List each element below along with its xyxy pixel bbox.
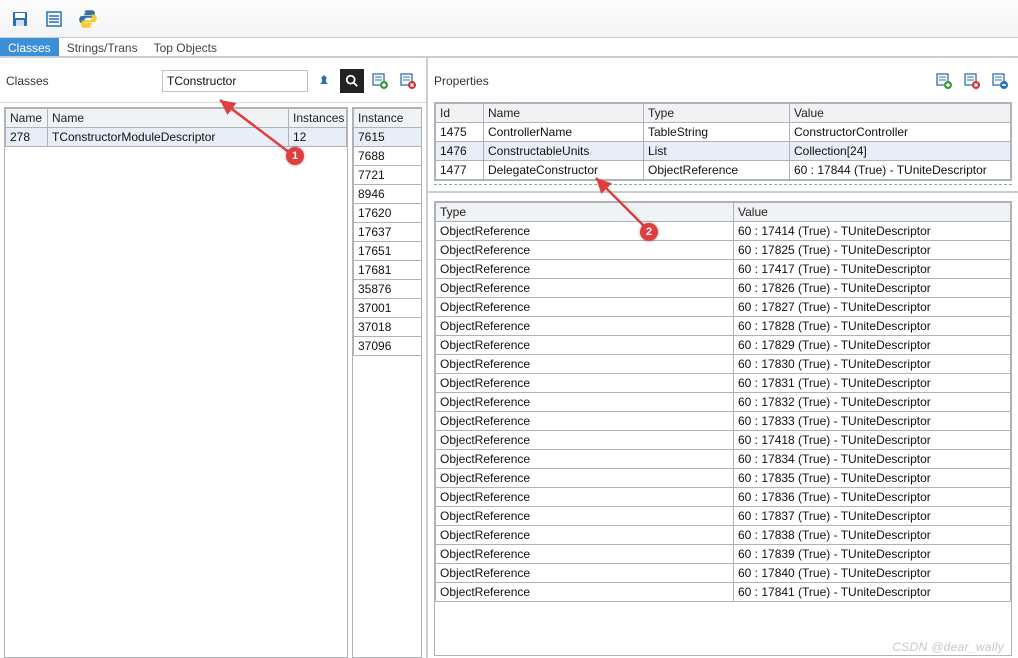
- table-row[interactable]: 17681: [354, 261, 422, 280]
- properties-header: Properties: [428, 58, 1018, 102]
- table-row[interactable]: ObjectReference60 : 17837 (True) - TUnit…: [436, 507, 1011, 526]
- col-name[interactable]: Name: [48, 109, 289, 128]
- table-row[interactable]: ObjectReference60 : 17414 (True) - TUnit…: [436, 222, 1011, 241]
- table-row[interactable]: 278TConstructorModuleDescriptor12: [6, 128, 347, 147]
- search-icon[interactable]: [340, 69, 364, 93]
- col-prop-type[interactable]: Type: [644, 104, 790, 123]
- col-val-type[interactable]: Type: [436, 203, 734, 222]
- table-row[interactable]: ObjectReference60 : 17834 (True) - TUnit…: [436, 450, 1011, 469]
- table-row[interactable]: ObjectReference60 : 17831 (True) - TUnit…: [436, 374, 1011, 393]
- table-row[interactable]: ObjectReference60 : 17832 (True) - TUnit…: [436, 393, 1011, 412]
- table-row[interactable]: ObjectReference60 : 17833 (True) - TUnit…: [436, 412, 1011, 431]
- table-row[interactable]: 1476ConstructableUnitsListCollection[24]: [436, 142, 1011, 161]
- properties-title: Properties: [434, 74, 926, 88]
- table-row[interactable]: ObjectReference60 : 17828 (True) - TUnit…: [436, 317, 1011, 336]
- tab-bar: ClassesStrings/TransTop Objects: [0, 38, 1018, 58]
- pin-icon[interactable]: [312, 69, 336, 93]
- list-icon[interactable]: [42, 7, 66, 31]
- col-prop-name[interactable]: Name: [484, 104, 644, 123]
- annotation-badge-1: 1: [286, 147, 304, 165]
- table-row[interactable]: ObjectReference60 : 17838 (True) - TUnit…: [436, 526, 1011, 545]
- table-row[interactable]: 1475ControllerNameTableStringConstructor…: [436, 123, 1011, 142]
- table-row[interactable]: 1477DelegateConstructorObjectReference60…: [436, 161, 1011, 180]
- table-row[interactable]: 8946: [354, 185, 422, 204]
- table-row[interactable]: ObjectReference60 : 17825 (True) - TUnit…: [436, 241, 1011, 260]
- list-remove-icon[interactable]: [396, 69, 420, 93]
- table-row[interactable]: ObjectReference60 : 17829 (True) - TUnit…: [436, 336, 1011, 355]
- table-row[interactable]: 17651: [354, 242, 422, 261]
- col-name-short[interactable]: Name: [6, 109, 48, 128]
- table-row[interactable]: 17620: [354, 204, 422, 223]
- table-row[interactable]: ObjectReference60 : 17418 (True) - TUnit…: [436, 431, 1011, 450]
- classes-filter-input[interactable]: [162, 70, 308, 92]
- table-row[interactable]: ObjectReference60 : 17841 (True) - TUnit…: [436, 583, 1011, 602]
- grid-add-icon[interactable]: [932, 69, 956, 93]
- table-row[interactable]: ObjectReference60 : 17835 (True) - TUnit…: [436, 469, 1011, 488]
- grid-link-icon[interactable]: [988, 69, 1012, 93]
- col-val-value[interactable]: Value: [734, 203, 1011, 222]
- save-icon[interactable]: [8, 7, 32, 31]
- watermark: CSDN @dear_wally: [892, 640, 1004, 654]
- table-row[interactable]: 35876: [354, 280, 422, 299]
- table-row[interactable]: 7615: [354, 128, 422, 147]
- table-row[interactable]: 37018: [354, 318, 422, 337]
- table-row[interactable]: 37001: [354, 299, 422, 318]
- tab-classes[interactable]: Classes: [0, 38, 59, 56]
- table-row[interactable]: 7721: [354, 166, 422, 185]
- table-row[interactable]: ObjectReference60 : 17830 (True) - TUnit…: [436, 355, 1011, 374]
- table-row[interactable]: ObjectReference60 : 17826 (True) - TUnit…: [436, 279, 1011, 298]
- main-toolbar: [0, 0, 1018, 38]
- python-icon[interactable]: [76, 7, 100, 31]
- table-row[interactable]: ObjectReference60 : 17839 (True) - TUnit…: [436, 545, 1011, 564]
- col-instances[interactable]: Instances: [289, 109, 347, 128]
- table-row[interactable]: ObjectReference60 : 17417 (True) - TUnit…: [436, 260, 1011, 279]
- table-row[interactable]: ObjectReference60 : 17827 (True) - TUnit…: [436, 298, 1011, 317]
- tab-strings-trans[interactable]: Strings/Trans: [59, 38, 146, 56]
- table-row[interactable]: ObjectReference60 : 17836 (True) - TUnit…: [436, 488, 1011, 507]
- table-row[interactable]: 37096: [354, 337, 422, 356]
- tab-top-objects[interactable]: Top Objects: [146, 38, 225, 56]
- table-row[interactable]: 17637: [354, 223, 422, 242]
- table-row[interactable]: 7688: [354, 147, 422, 166]
- col-id[interactable]: Id: [436, 104, 484, 123]
- grid-remove-icon[interactable]: [960, 69, 984, 93]
- classes-header: Classes: [0, 58, 426, 102]
- table-row[interactable]: ObjectReference60 : 17840 (True) - TUnit…: [436, 564, 1011, 583]
- list-add-icon[interactable]: [368, 69, 392, 93]
- col-prop-value[interactable]: Value: [790, 104, 1011, 123]
- classes-title: Classes: [6, 74, 156, 88]
- annotation-badge-2: 2: [640, 223, 658, 241]
- col-instance[interactable]: Instance: [354, 109, 422, 128]
